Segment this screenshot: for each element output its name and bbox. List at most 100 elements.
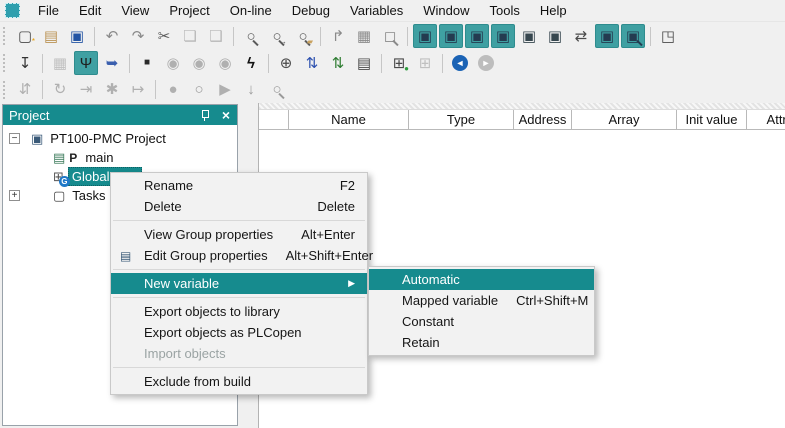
- toolbar-grip[interactable]: [3, 54, 8, 72]
- context-item-exclude-from-build[interactable]: Exclude from build: [111, 371, 367, 392]
- column-header-rownum[interactable]: [259, 110, 289, 130]
- submenu-item-constant[interactable]: Constant: [369, 311, 594, 332]
- column-header-address[interactable]: Address: [514, 110, 572, 130]
- new-file-button[interactable]: ▢*: [13, 24, 37, 48]
- find-in-project-button[interactable]: ○▰: [291, 24, 315, 48]
- column-header-attributes[interactable]: Attributes: [747, 110, 785, 130]
- navigate-back-button[interactable]: ◄: [448, 51, 472, 75]
- context-item-rename[interactable]: RenameF2: [111, 175, 367, 196]
- fullscreen-button[interactable]: ◳: [656, 24, 680, 48]
- new-file-icon: ▢: [18, 29, 32, 44]
- debug-play-button[interactable]: ▶: [213, 78, 237, 102]
- view-pou-window-button[interactable]: ▣: [439, 24, 463, 48]
- find-button[interactable]: ○: [239, 24, 263, 48]
- global-vars-badge-icon: G: [59, 176, 70, 187]
- column-header-name[interactable]: Name: [289, 110, 409, 130]
- run-mode-1-button[interactable]: ◉: [161, 51, 185, 75]
- connect-plc-button[interactable]: Ψ: [74, 51, 98, 75]
- menu-item-tools[interactable]: Tools: [480, 0, 530, 22]
- print-button[interactable]: ▦: [352, 24, 376, 48]
- submenu-item-mapped-variable[interactable]: Mapped variableCtrl+Shift+M: [369, 290, 594, 311]
- run-mode-2-button[interactable]: ◉: [187, 51, 211, 75]
- view-project-window-button[interactable]: ▣: [413, 24, 437, 48]
- menu-item-shortcut: Alt+Shift+Enter: [268, 248, 373, 263]
- context-item-view-group-properties[interactable]: View Group propertiesAlt+Enter: [111, 224, 367, 245]
- view-info-window-button[interactable]: ▣: [595, 24, 619, 48]
- print-preview-button[interactable]: ◻: [378, 24, 402, 48]
- menu-item-help[interactable]: Help: [530, 0, 577, 22]
- navigate-forward-button[interactable]: ►: [474, 51, 498, 75]
- grid-insert-button[interactable]: ⊞●: [387, 51, 411, 75]
- cut-button[interactable]: ✂: [152, 24, 176, 48]
- view-io-window-button[interactable]: ▣: [491, 24, 515, 48]
- menu-item-file[interactable]: File: [28, 0, 69, 22]
- debug-step-down-button[interactable]: ↓: [239, 78, 263, 102]
- io-refresh-button[interactable]: ⇅: [326, 51, 350, 75]
- view-find-window-button[interactable]: ▣: [621, 24, 645, 48]
- online-mode-button[interactable]: ➥: [100, 51, 124, 75]
- pin-icon[interactable]: [199, 109, 211, 122]
- copy-button[interactable]: ❏: [178, 24, 202, 48]
- io-exchange-button[interactable]: ⇅: [300, 51, 324, 75]
- breakpoint-filled-button[interactable]: ●: [161, 78, 185, 102]
- redo-button[interactable]: ↷: [126, 24, 150, 48]
- network-window-button[interactable]: ⊕: [274, 51, 298, 75]
- context-item-edit-group-properties[interactable]: ▤Edit Group propertiesAlt+Shift+Enter: [111, 245, 367, 266]
- menu-item-view[interactable]: View: [111, 0, 159, 22]
- context-item-export-objects-as-plcopen[interactable]: Export objects as PLCopen: [111, 322, 367, 343]
- toolbar-grip[interactable]: [3, 27, 8, 45]
- submenu-item-retain[interactable]: Retain: [369, 332, 594, 353]
- force-values-button[interactable]: ϟ: [239, 51, 263, 75]
- properties-form-button[interactable]: ▤: [352, 51, 376, 75]
- app-icon: [5, 3, 20, 18]
- find-in-project-badge-icon: ▰: [307, 38, 313, 46]
- view-watch-window-button[interactable]: ▣: [517, 24, 541, 48]
- column-header-type[interactable]: Type: [409, 110, 514, 130]
- debug-step-button[interactable]: ↦: [126, 78, 150, 102]
- context-item-export-objects-to-library[interactable]: Export objects to library: [111, 301, 367, 322]
- download-to-plc-button[interactable]: ↧: [13, 51, 37, 75]
- tree-expander-plus-icon[interactable]: +: [9, 190, 20, 201]
- tree-item-main[interactable]: ▤Pmain: [3, 148, 237, 167]
- menu-item-debug[interactable]: Debug: [282, 0, 340, 22]
- column-header-init-value[interactable]: Init value: [677, 110, 747, 130]
- menu-item-window[interactable]: Window: [413, 0, 479, 22]
- stop-button[interactable]: ■: [135, 51, 159, 75]
- export-button[interactable]: ↱: [326, 24, 350, 48]
- menu-item-variables[interactable]: Variables: [340, 0, 413, 22]
- tree-expander-minus-icon[interactable]: −: [9, 133, 20, 144]
- stop-icon: ■: [144, 58, 150, 68]
- debug-detach-button[interactable]: ○: [265, 78, 289, 102]
- tree-item-pt100-pmc-project[interactable]: −▣PT100-PMC Project: [3, 129, 237, 148]
- menu-item-on-line[interactable]: On-line: [220, 0, 282, 22]
- breakpoint-empty-button[interactable]: ○: [187, 78, 211, 102]
- tasks-icon: ▢: [53, 188, 65, 204]
- new-file-badge-icon: *: [32, 38, 35, 46]
- grid-button[interactable]: ⊞: [413, 51, 437, 75]
- context-item-new-variable[interactable]: New variable▶: [111, 273, 367, 294]
- column-header-array[interactable]: Array: [572, 110, 677, 130]
- device-config-button[interactable]: ▦: [48, 51, 72, 75]
- menu-item-label: Retain: [402, 335, 440, 350]
- context-item-delete[interactable]: DeleteDelete: [111, 196, 367, 217]
- paste-button[interactable]: ❑: [204, 24, 228, 48]
- menu-item-project[interactable]: Project: [159, 0, 219, 22]
- open-file-button[interactable]: ▤: [39, 24, 63, 48]
- view-library-window-button[interactable]: ▣: [465, 24, 489, 48]
- menu-item-shortcut: Delete: [299, 199, 355, 214]
- run-mode-3-button[interactable]: ◉: [213, 51, 237, 75]
- view-crossref-window-button[interactable]: ⇄: [569, 24, 593, 48]
- find-next-button[interactable]: ○→: [265, 24, 289, 48]
- debug-run-cycle-button[interactable]: ↻: [48, 78, 72, 102]
- toolbar-grip[interactable]: [3, 81, 8, 99]
- debug-exit-button[interactable]: ⇥: [74, 78, 98, 102]
- debug-settings-button[interactable]: ✱: [100, 78, 124, 102]
- submenu-item-automatic[interactable]: Automatic: [369, 269, 594, 290]
- close-icon[interactable]: ×: [219, 108, 233, 122]
- view-settings-window-button[interactable]: ▣: [543, 24, 567, 48]
- undo-button[interactable]: ↶: [100, 24, 124, 48]
- menu-item-edit[interactable]: Edit: [69, 0, 111, 22]
- toolbar-separator: [320, 27, 321, 46]
- trace-transfer-button[interactable]: ⇵: [13, 78, 37, 102]
- save-button[interactable]: ▣: [65, 24, 89, 48]
